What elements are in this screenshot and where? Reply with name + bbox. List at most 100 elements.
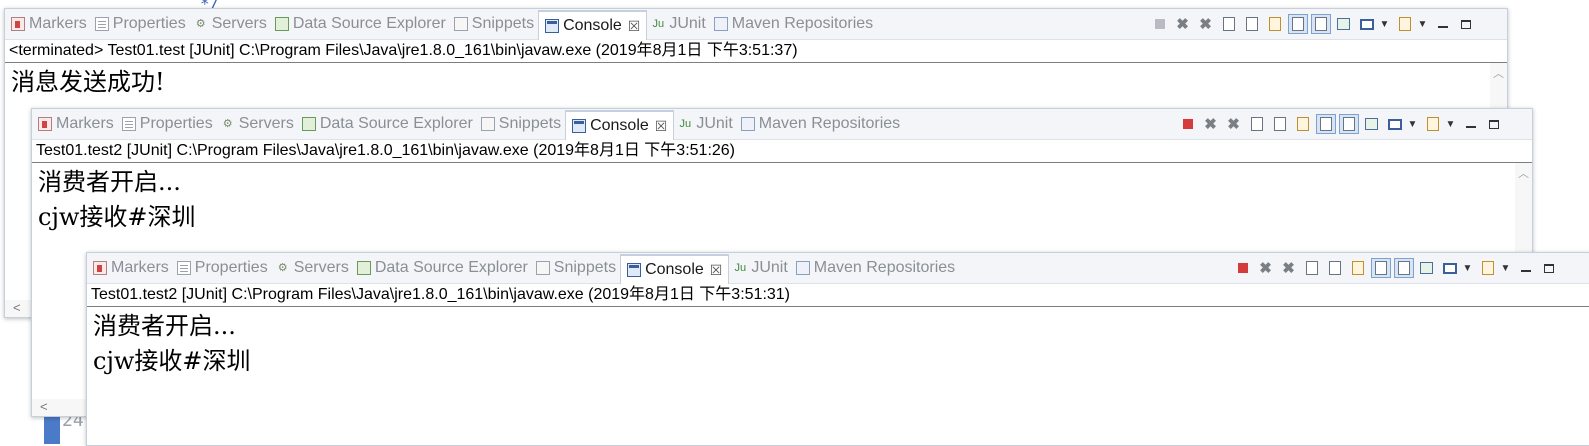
pin-icon (1365, 118, 1378, 130)
scroll-up-icon[interactable]: ︿ (1518, 165, 1529, 181)
new-console-icon (1426, 117, 1439, 131)
console-output[interactable]: 消费者开启... cjw接收#深圳 (93, 309, 251, 379)
junit-icon: Ju (652, 18, 665, 30)
clear-console-button[interactable] (1219, 14, 1239, 34)
tab-console[interactable]: Console ☒ (620, 254, 730, 284)
terminate-button[interactable] (1233, 258, 1253, 278)
show-on-stderr-button[interactable] (1393, 258, 1414, 278)
tab-markers[interactable]: Markers (7, 9, 91, 39)
tab-properties[interactable]: Properties (173, 253, 272, 283)
tab-maven-repositories[interactable]: Maven Repositories (737, 109, 904, 139)
scroll-lock-button[interactable] (1270, 114, 1290, 134)
output-line: 消费者开启... (93, 312, 236, 340)
display-console-dropdown[interactable]: ▼ (1380, 14, 1392, 34)
snippets-icon (535, 261, 550, 275)
remove-launch-button[interactable]: ✖ (1201, 114, 1221, 134)
document-icon (1291, 17, 1304, 31)
clear-console-button[interactable] (1302, 258, 1322, 278)
open-console-button[interactable] (1478, 258, 1498, 278)
remove-all-terminated-button[interactable]: ✖ (1279, 258, 1299, 278)
pin-icon (1337, 18, 1350, 30)
display-console-button[interactable] (1385, 114, 1405, 134)
word-wrap-button[interactable] (1293, 114, 1313, 134)
remove-launch-button[interactable]: ✖ (1173, 14, 1193, 34)
close-tab-icon[interactable]: ☒ (628, 18, 641, 35)
process-info: Test01.test2 [JUnit] C:\Program Files\Ja… (32, 140, 1532, 163)
document-icon (1328, 261, 1341, 275)
scroll-lock-button[interactable] (1242, 14, 1262, 34)
show-on-stderr-button[interactable] (1338, 114, 1359, 134)
tab-snippets[interactable]: Snippets (450, 9, 538, 39)
tab-junit[interactable]: Ju JUnit (729, 253, 791, 283)
scroll-up-icon[interactable]: ︿ (1493, 65, 1504, 81)
display-console-dropdown[interactable]: ▼ (1463, 258, 1475, 278)
console-toolbar: ✖ ✖ ▼ ▼ (1148, 9, 1477, 39)
tab-properties[interactable]: Properties (118, 109, 217, 139)
show-on-stderr-button[interactable] (1310, 14, 1331, 34)
console-output[interactable]: 消费者开启... cjw接收#深圳 (38, 165, 196, 235)
display-console-button[interactable] (1440, 258, 1460, 278)
terminate-button[interactable] (1150, 14, 1170, 34)
pin-console-button[interactable] (1362, 114, 1382, 134)
open-console-button[interactable] (1423, 114, 1443, 134)
tab-console[interactable]: Console ☒ (565, 110, 675, 140)
tab-data-source-explorer[interactable]: Data Source Explorer (298, 109, 477, 139)
console-output[interactable]: 消息发送成功! (11, 65, 165, 100)
close-tab-icon[interactable]: ☒ (655, 118, 668, 135)
word-wrap-button[interactable] (1265, 14, 1285, 34)
tab-label: Maven Repositories (731, 15, 874, 32)
tab-label: Snippets (553, 259, 617, 276)
open-console-dropdown[interactable]: ▼ (1501, 258, 1513, 278)
snippets-icon (453, 17, 468, 31)
tab-junit[interactable]: Ju JUnit (674, 109, 736, 139)
remove-launch-button[interactable]: ✖ (1256, 258, 1276, 278)
tab-servers[interactable]: ⚙ Servers (272, 253, 353, 283)
tab-snippets[interactable]: Snippets (532, 253, 620, 283)
tab-snippets[interactable]: Snippets (477, 109, 565, 139)
tab-maven-repositories[interactable]: Maven Repositories (710, 9, 877, 39)
tab-servers[interactable]: ⚙ Servers (217, 109, 298, 139)
tab-console[interactable]: Console ☒ (538, 10, 648, 40)
clear-console-button[interactable] (1247, 114, 1267, 134)
close-tab-icon[interactable]: ☒ (710, 262, 723, 279)
tab-data-source-explorer[interactable]: Data Source Explorer (353, 253, 532, 283)
tab-label: Properties (139, 115, 213, 132)
display-console-dropdown[interactable]: ▼ (1408, 114, 1420, 134)
tab-label: Maven Repositories (813, 259, 956, 276)
pin-console-button[interactable] (1417, 258, 1437, 278)
open-console-dropdown[interactable]: ▼ (1418, 14, 1430, 34)
tab-label: Data Source Explorer (319, 115, 473, 132)
minimize-button[interactable] (1461, 114, 1481, 134)
document-icon (1397, 261, 1410, 275)
show-on-stdout-button[interactable] (1315, 114, 1336, 134)
scroll-lock-button[interactable] (1325, 258, 1345, 278)
display-console-button[interactable] (1357, 14, 1377, 34)
word-wrap-button[interactable] (1348, 258, 1368, 278)
terminate-button[interactable] (1178, 114, 1198, 134)
tab-markers[interactable]: Markers (34, 109, 118, 139)
tab-servers[interactable]: ⚙ Servers (190, 9, 271, 39)
open-console-dropdown[interactable]: ▼ (1446, 114, 1458, 134)
remove-all-terminated-button[interactable]: ✖ (1224, 114, 1244, 134)
maximize-button[interactable] (1484, 114, 1504, 134)
tab-maven-repositories[interactable]: Maven Repositories (792, 253, 959, 283)
tab-properties[interactable]: Properties (91, 9, 190, 39)
remove-all-terminated-button[interactable]: ✖ (1196, 14, 1216, 34)
minimize-button[interactable] (1433, 14, 1453, 34)
open-console-button[interactable] (1395, 14, 1415, 34)
show-on-stdout-button[interactable] (1287, 14, 1308, 34)
maximize-button[interactable] (1539, 258, 1559, 278)
tab-data-source-explorer[interactable]: Data Source Explorer (271, 9, 450, 39)
scroll-left-icon[interactable]: < (40, 399, 48, 414)
scroll-left-icon[interactable]: < (13, 300, 21, 315)
show-on-stdout-button[interactable] (1370, 258, 1391, 278)
maven-repositories-icon (795, 261, 810, 275)
junit-icon: Ju (679, 118, 692, 130)
tab-markers[interactable]: Markers (89, 253, 173, 283)
maximize-button[interactable] (1456, 14, 1476, 34)
pin-console-button[interactable] (1334, 14, 1354, 34)
tab-label: Servers (293, 259, 349, 276)
minimize-button[interactable] (1516, 258, 1536, 278)
tab-junit[interactable]: Ju JUnit (647, 9, 709, 39)
chevron-down-icon: ▼ (1445, 118, 1456, 130)
